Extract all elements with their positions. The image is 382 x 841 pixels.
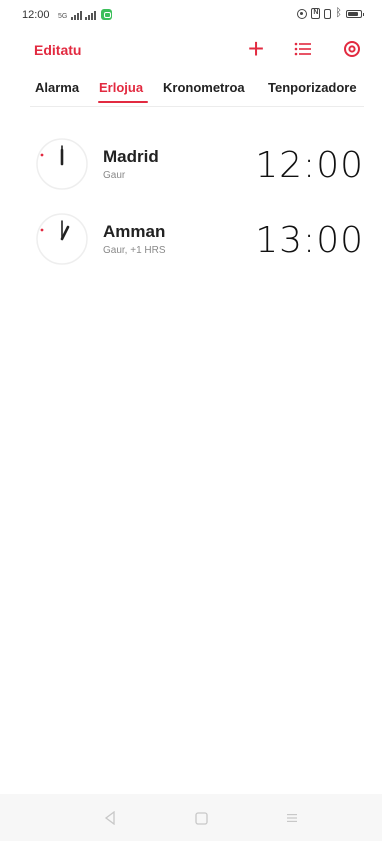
status-bar: 12:00 5G N ᛒ: [0, 0, 382, 32]
network-label: 5G: [58, 13, 68, 20]
tab-clock[interactable]: Erlojua: [99, 80, 143, 95]
home-square-icon[interactable]: [191, 810, 211, 826]
navigation-bar: [0, 794, 382, 841]
city-day-offset: Gaur, +1 HRS: [103, 245, 166, 256]
active-tab-indicator: [98, 101, 148, 103]
clock-list-item[interactable]: Madrid Gaur 12:00: [0, 138, 382, 208]
battery-fill: [348, 11, 359, 16]
clock-list-item[interactable]: Amman Gaur, +1 HRS 13:00: [0, 213, 382, 283]
vibrate-icon: [324, 8, 332, 19]
signal-icon-2: [85, 10, 97, 20]
list-icon[interactable]: [291, 37, 315, 61]
city-day-offset: Gaur: [103, 170, 126, 181]
city-time: 12:00: [255, 145, 364, 186]
back-triangle-icon[interactable]: [100, 810, 120, 826]
battery-icon: [346, 9, 364, 18]
signal-icon: [71, 10, 83, 20]
status-left-icons: 5G: [58, 8, 113, 20]
tab-timer[interactable]: Tenporizadore: [268, 80, 357, 95]
city-time: 13:00: [255, 220, 364, 261]
divider: [30, 106, 364, 107]
edit-button[interactable]: Editatu: [34, 42, 81, 58]
analog-clock-icon: [36, 213, 88, 265]
toolbar: Editatu +: [0, 35, 382, 66]
tab-stopwatch[interactable]: Kronometroa: [163, 80, 245, 95]
status-right-icons: N ᛒ: [297, 7, 364, 19]
plus-icon[interactable]: +: [244, 35, 268, 63]
chat-notification-icon: [101, 9, 113, 20]
menu-lines-icon[interactable]: [282, 810, 302, 826]
status-time: 12:00: [22, 9, 50, 21]
city-name: Amman: [103, 222, 166, 241]
bluetooth-icon: ᛒ: [335, 7, 342, 19]
analog-clock-icon: [36, 138, 88, 190]
city-name: Madrid: [103, 147, 159, 166]
tab-alarm[interactable]: Alarma: [35, 80, 79, 95]
nfc-icon: N: [311, 8, 321, 19]
tab-bar: Alarma Erlojua Kronometroa Tenporizadore: [0, 76, 382, 106]
location-icon: [297, 8, 308, 19]
settings-icon[interactable]: [340, 37, 364, 61]
